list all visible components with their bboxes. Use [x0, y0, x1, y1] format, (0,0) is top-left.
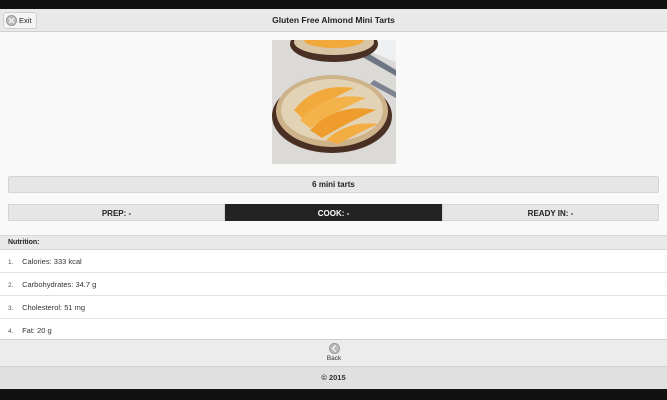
list-item-number: 3.	[8, 305, 14, 312]
recipe-photo	[272, 40, 396, 164]
bottom-nav-bar: Back	[0, 339, 667, 367]
time-tabs: PREP: - COOK: - READY IN: -	[8, 204, 659, 221]
back-button[interactable]: Back	[310, 342, 358, 366]
list-item: 1. Calories: 333 kcal	[0, 250, 667, 273]
tart-image	[272, 40, 396, 164]
ready-in-time[interactable]: READY IN: -	[442, 204, 659, 221]
back-arrow-circle-icon	[328, 343, 340, 354]
list-item-text: Carbohydrates: 34.7 g	[22, 280, 97, 289]
cook-time[interactable]: COOK: -	[225, 204, 442, 221]
nutrition-heading: Nutrition:	[0, 235, 667, 250]
footer-copyright: © 2015	[0, 367, 667, 389]
list-item: 2. Carbohydrates: 34.7 g	[0, 273, 667, 296]
header-bar: Exit Gluten Free Almond Mini Tarts	[0, 9, 667, 32]
page-title: Gluten Free Almond Mini Tarts	[272, 15, 395, 25]
yield-label: 6 mini tarts	[8, 176, 659, 193]
list-item-number: 1.	[8, 259, 14, 266]
app-screen: Exit Gluten Free Almond Mini Tarts 6 min…	[0, 9, 667, 389]
nutrition-list: 1. Calories: 333 kcal 2. Carbohydrates: …	[0, 250, 667, 342]
list-item-text: Cholesterol: 51 mg	[22, 303, 86, 312]
back-label: Back	[326, 355, 342, 362]
list-item-text: Calories: 333 kcal	[22, 257, 82, 266]
prep-time[interactable]: PREP: -	[8, 204, 225, 221]
list-item: 3. Cholesterol: 51 mg	[0, 296, 667, 319]
list-item-text: Fat: 20 g	[22, 326, 52, 335]
list-item-number: 2.	[8, 282, 14, 289]
